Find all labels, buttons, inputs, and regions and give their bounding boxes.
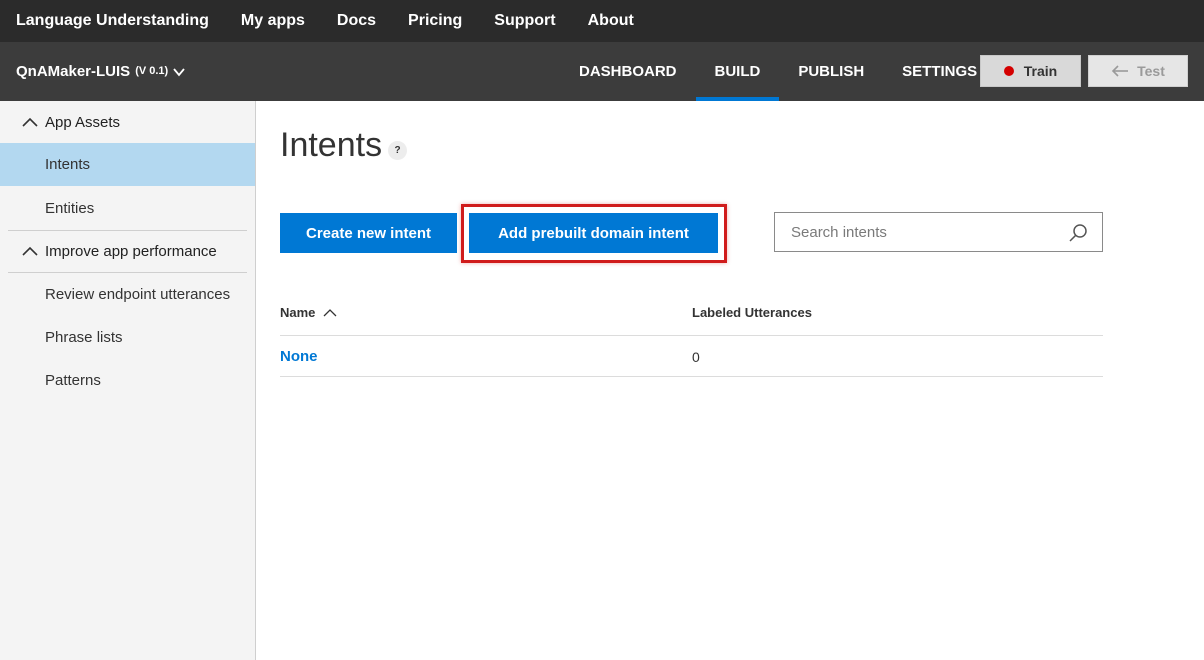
chevron-up-icon [22, 246, 38, 256]
sidebar-item-review-endpoint-utterances[interactable]: Review endpoint utterances [0, 273, 255, 316]
table-divider [280, 376, 1103, 377]
page-title: Intents [280, 126, 383, 164]
column-header-labeled-utterances: Labeled Utterances [692, 305, 812, 320]
app-selector[interactable]: QnAMaker-LUIS (V 0.1) [16, 42, 186, 101]
app-version: (V 0.1) [135, 65, 169, 77]
nav-support[interactable]: Support [478, 0, 571, 42]
add-prebuilt-domain-intent-button[interactable]: Add prebuilt domain intent [469, 213, 718, 253]
chevron-up-icon [22, 117, 38, 127]
train-label: Train [1023, 63, 1058, 79]
table-divider [280, 335, 1103, 336]
train-button[interactable]: Train [980, 55, 1081, 87]
sidebar-item-phrase-lists[interactable]: Phrase lists [0, 316, 255, 359]
test-button[interactable]: Test [1088, 55, 1188, 87]
nav-language-understanding[interactable]: Language Understanding [0, 0, 225, 42]
train-status-dot-icon [1003, 66, 1014, 76]
nav-pricing[interactable]: Pricing [392, 0, 478, 42]
column-header-name-label: Name [280, 305, 316, 320]
search-icon[interactable] [1068, 223, 1088, 243]
nav-docs[interactable]: Docs [321, 0, 392, 42]
tab-publish[interactable]: PUBLISH [779, 42, 883, 101]
section-label: Improve app performance [45, 242, 217, 260]
intent-utterance-count: 0 [692, 349, 700, 365]
top-nav: Language Understanding My apps Docs Pric… [0, 0, 1204, 42]
intent-link-none[interactable]: None [280, 348, 318, 365]
sidebar-section-app-assets[interactable]: App Assets [8, 101, 247, 143]
column-header-name[interactable]: Name [280, 305, 337, 320]
sidebar: App Assets Intents Entities Improve app … [0, 101, 256, 660]
search-input[interactable] [775, 223, 1055, 241]
app-name: QnAMaker-LUIS [16, 63, 131, 80]
help-icon[interactable]: ? [388, 141, 407, 160]
nav-my-apps[interactable]: My apps [225, 0, 321, 42]
app-bar: QnAMaker-LUIS (V 0.1) DASHBOARD BUILD PU… [0, 42, 1204, 101]
section-label: App Assets [45, 113, 121, 131]
sort-ascending-icon [323, 309, 337, 317]
test-label: Test [1137, 63, 1165, 79]
sidebar-section-improve[interactable]: Improve app performance [8, 230, 247, 272]
search-box [774, 212, 1103, 252]
tab-dashboard[interactable]: DASHBOARD [560, 42, 696, 101]
arrow-left-icon [1111, 65, 1129, 77]
sidebar-item-entities[interactable]: Entities [0, 187, 255, 230]
create-new-intent-button[interactable]: Create new intent [280, 213, 457, 253]
sidebar-item-patterns[interactable]: Patterns [0, 359, 255, 402]
app-tabs: DASHBOARD BUILD PUBLISH SETTINGS [560, 42, 996, 101]
tab-build[interactable]: BUILD [695, 42, 780, 101]
nav-about[interactable]: About [572, 0, 650, 42]
sidebar-item-intents[interactable]: Intents [0, 143, 255, 186]
chevron-down-icon [173, 67, 185, 76]
